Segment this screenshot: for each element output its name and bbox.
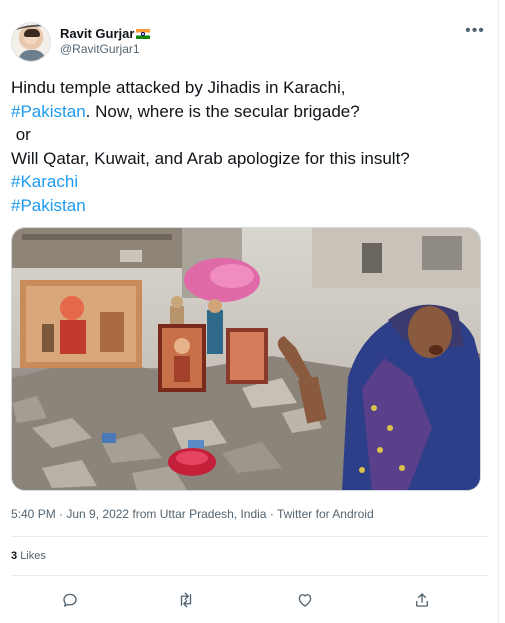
- tweet-line: Hindu temple attacked by Jihadis in Kara…: [11, 78, 346, 97]
- tweet-actions: [0, 588, 498, 612]
- tweet-meta: 5:40 PM · Jun 9, 2022 from Uttar Pradesh…: [11, 507, 374, 521]
- meta-separator: ·: [266, 507, 277, 521]
- avatar[interactable]: [11, 22, 51, 62]
- tweet-time[interactable]: 5:40 PM: [11, 507, 56, 521]
- user-display-name[interactable]: Ravit Gurjar: [60, 26, 151, 41]
- tweet-line: Will Qatar, Kuwait, and Arab apologize f…: [11, 148, 410, 168]
- tweet-client[interactable]: Twitter for Android: [277, 507, 374, 521]
- tweet-line: #Pakistan. Now, where is the secular bri…: [11, 100, 491, 124]
- likes-count: 3: [11, 550, 18, 562]
- heart-icon: [298, 594, 312, 607]
- avatar-shirt: [18, 50, 46, 61]
- tweet-line: #Karachi: [11, 170, 491, 194]
- meta-separator: ·: [55, 507, 67, 521]
- avatar-hair: [24, 29, 40, 37]
- tweet-card: Ravit Gurjar @RavitGurjar1 ••• Hindu tem…: [0, 0, 499, 623]
- divider: [11, 575, 489, 576]
- retweet-button[interactable]: [174, 588, 198, 612]
- share-button[interactable]: [410, 588, 434, 612]
- tweet-line-text: . Now, where is the secular brigade?: [85, 101, 360, 121]
- photo-illustration: [12, 228, 480, 490]
- likes-label: Likes: [20, 550, 46, 562]
- tweet-date-location[interactable]: Jun 9, 2022 from Uttar Pradesh, India: [66, 507, 266, 521]
- more-options-button[interactable]: •••: [462, 22, 488, 44]
- reply-icon: [63, 593, 77, 607]
- reply-button[interactable]: [58, 588, 82, 612]
- hashtag-link[interactable]: #Pakistan: [11, 196, 86, 215]
- tweet-line: #Pakistan: [11, 194, 491, 218]
- retweet-icon: [180, 592, 192, 608]
- hashtag-link[interactable]: #Pakistan: [11, 102, 86, 121]
- divider: [11, 536, 489, 537]
- tweet-text: Hindu temple attacked by Jihadis in Kara…: [11, 76, 491, 217]
- user-handle[interactable]: @RavitGurjar1: [60, 42, 140, 56]
- india-flag-icon: [136, 29, 151, 39]
- hashtag-link[interactable]: #Karachi: [11, 172, 78, 191]
- more-horizontal-icon: •••: [465, 22, 485, 39]
- user-name-text: Ravit Gurjar: [60, 26, 135, 41]
- tweet-photo[interactable]: [11, 227, 481, 491]
- share-icon: [416, 593, 428, 607]
- tweet-line: or: [11, 125, 31, 144]
- like-button[interactable]: [293, 588, 317, 612]
- likes-count-link[interactable]: 3 Likes: [11, 550, 46, 562]
